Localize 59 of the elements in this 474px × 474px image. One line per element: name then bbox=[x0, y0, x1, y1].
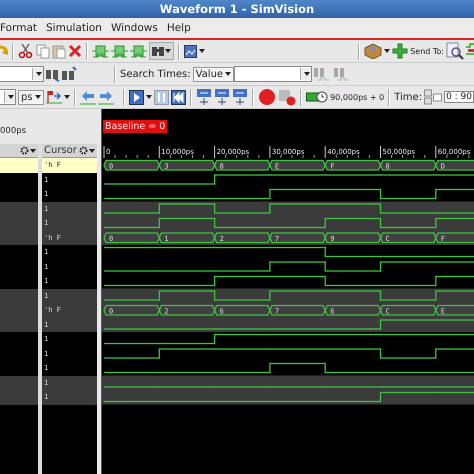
arrow-right-icon[interactable] bbox=[98, 89, 114, 105]
waveform-icon[interactable] bbox=[130, 43, 147, 59]
window-title: Waveform 1 - SimVision bbox=[0, 0, 474, 18]
send-to-label: Send To: bbox=[410, 46, 444, 56]
menu-item[interactable]: Format bbox=[0, 22, 38, 34]
menu-item[interactable]: Simulation bbox=[46, 22, 102, 34]
bus-segment bbox=[269, 160, 326, 171]
search-value-field[interactable] bbox=[234, 66, 312, 82]
simulation-time: 90,000ps + 0 bbox=[330, 92, 384, 102]
signal-dropdown[interactable] bbox=[0, 66, 44, 82]
bus-segment bbox=[158, 232, 216, 244]
bus-segment bbox=[324, 160, 382, 171]
baseline-label: Baseline = 0 bbox=[103, 120, 168, 133]
time-label: Time: bbox=[394, 92, 422, 102]
menu-item[interactable]: Help bbox=[166, 22, 191, 34]
bus-segment bbox=[214, 232, 271, 244]
paste-icon[interactable] bbox=[52, 43, 66, 59]
copy-icon[interactable] bbox=[36, 43, 50, 59]
delete-icon[interactable] bbox=[68, 43, 82, 59]
bus-segment bbox=[158, 160, 216, 171]
step-icon[interactable] bbox=[214, 88, 230, 106]
add-icon[interactable] bbox=[392, 43, 408, 59]
binoculars-icon[interactable] bbox=[62, 66, 78, 82]
bus-segment bbox=[103, 304, 160, 316]
column-header[interactable] bbox=[0, 144, 38, 158]
magnifier-document-icon[interactable] bbox=[446, 42, 464, 60]
bus-segment bbox=[158, 304, 216, 316]
bus-segment bbox=[324, 304, 382, 316]
bus-segment bbox=[214, 304, 271, 316]
time-format-icon[interactable] bbox=[424, 89, 442, 105]
stop-record-icon[interactable] bbox=[278, 88, 296, 106]
cut-icon[interactable] bbox=[18, 43, 34, 59]
step-icon[interactable] bbox=[196, 88, 212, 106]
bus-segment bbox=[103, 232, 160, 244]
image-dropdown[interactable] bbox=[184, 44, 205, 58]
arrow-left-icon[interactable] bbox=[80, 89, 96, 105]
bus-segment bbox=[324, 232, 382, 244]
clock-icon bbox=[306, 90, 328, 104]
time-field[interactable]: 0 : 90 bbox=[444, 91, 474, 103]
find-button[interactable] bbox=[149, 42, 174, 60]
waveform-icon[interactable] bbox=[92, 43, 109, 59]
menu-item[interactable]: Windows bbox=[110, 22, 158, 34]
package-dropdown[interactable] bbox=[364, 43, 390, 59]
time-unit-dropdown[interactable]: ps bbox=[18, 90, 44, 104]
search-times-label: Search Times: bbox=[120, 68, 191, 80]
bus-segment bbox=[214, 160, 271, 171]
binoculars-icon[interactable] bbox=[152, 44, 164, 58]
bus-segment bbox=[269, 232, 326, 244]
record-icon[interactable] bbox=[258, 88, 276, 106]
settings-icon[interactable] bbox=[79, 146, 95, 155]
search-type-dropdown[interactable]: Value bbox=[192, 66, 234, 82]
marker-dropdown[interactable] bbox=[46, 90, 70, 104]
step-icon[interactable] bbox=[232, 88, 248, 106]
zoom-reading: 000ps bbox=[0, 126, 26, 136]
rewind-icon[interactable] bbox=[171, 90, 186, 104]
bus-segment bbox=[103, 160, 160, 171]
waveform-icon[interactable] bbox=[111, 43, 128, 59]
zoom-dropdown[interactable] bbox=[0, 89, 16, 105]
bus-segment bbox=[269, 304, 326, 316]
